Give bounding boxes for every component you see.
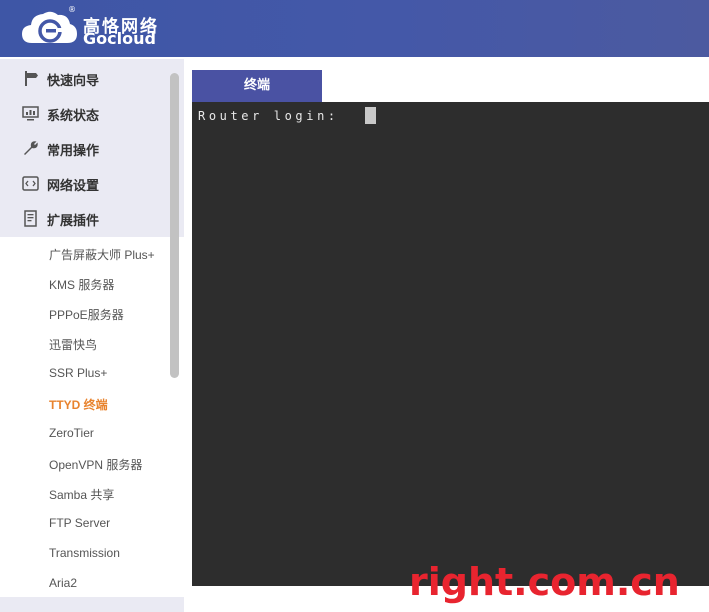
sidebar-item-system-status[interactable]: 系统状态 — [0, 96, 184, 131]
sidebar-subitem-ttyd[interactable]: TTYD 终端 — [49, 396, 108, 413]
sidebar-subitem-openvpn[interactable]: OpenVPN 服务器 — [49, 456, 142, 473]
terminal-window[interactable]: Router login: — [192, 102, 709, 586]
tab-terminal[interactable]: 终端 — [192, 70, 322, 102]
sidebar-subitem-samba[interactable]: Samba 共享 — [49, 486, 114, 503]
sidebar-item-quick-guide[interactable]: 快速向导 — [0, 61, 184, 96]
sidebar-subitem-transmission[interactable]: Transmission — [49, 546, 120, 560]
sidebar-subitem-zerotier[interactable]: ZeroTier — [49, 426, 94, 440]
code-window-icon — [22, 176, 39, 191]
sidebar-item-common-ops[interactable]: 常用操作 — [0, 131, 184, 166]
sidebar-item-label: 常用操作 — [47, 144, 100, 159]
signpost-icon — [25, 71, 38, 86]
sidebar-subitem-xunlei[interactable]: 迅雷快鸟 — [49, 336, 97, 353]
sidebar-item-label: 快速向导 — [47, 74, 100, 89]
sidebar-item-label: 网络设置 — [47, 179, 100, 194]
sidebar-subitem-pppoe[interactable]: PPPoE服务器 — [49, 306, 124, 323]
sidebar-scrollbar[interactable] — [170, 73, 179, 378]
brand-logo[interactable]: ® 高恪网络 Gocloud — [20, 5, 170, 49]
cloud-logo-icon — [22, 11, 77, 44]
registered-mark: ® — [68, 5, 76, 14]
top-header: ® 高恪网络 Gocloud — [0, 0, 709, 57]
terminal-prompt: Router login: — [198, 109, 350, 123]
sidebar-next-menu-partial[interactable] — [0, 597, 184, 612]
sidebar-item-label: 系统状态 — [47, 109, 100, 124]
sidebar: 快速向导 系统状态 常用操作 网络设置 扩展插件 广告屏蔽大师 Plus+ KM… — [0, 57, 184, 612]
sidebar-subitem-kms[interactable]: KMS 服务器 — [49, 276, 114, 293]
sidebar-subitem-ftp[interactable]: FTP Server — [49, 516, 110, 530]
sidebar-main-menu: 快速向导 系统状态 常用操作 网络设置 扩展插件 — [0, 59, 184, 237]
monitor-chart-icon — [22, 106, 39, 121]
sidebar-item-network-settings[interactable]: 网络设置 — [0, 166, 184, 201]
sidebar-subitem-adblock[interactable]: 广告屏蔽大师 Plus+ — [49, 246, 155, 263]
sidebar-subitem-aria2[interactable]: Aria2 — [49, 576, 77, 590]
sidebar-subitem-ssr[interactable]: SSR Plus+ — [49, 366, 107, 380]
wrench-icon — [24, 141, 38, 155]
sidebar-item-label: 扩展插件 — [47, 214, 100, 229]
brand-name-en: Gocloud — [83, 29, 156, 48]
document-icon — [24, 210, 37, 227]
terminal-cursor — [365, 107, 376, 124]
sidebar-item-extensions[interactable]: 扩展插件 — [0, 201, 184, 236]
watermark: right.com.cn — [409, 560, 680, 604]
